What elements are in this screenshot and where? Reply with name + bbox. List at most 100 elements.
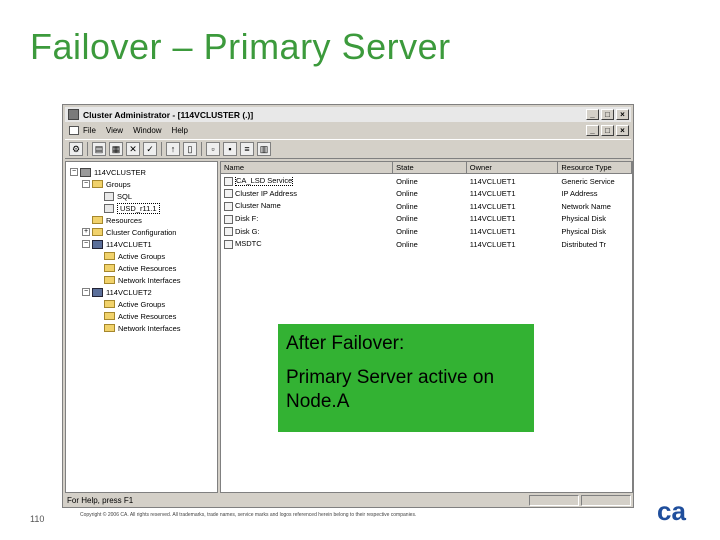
tree-item[interactable]: + Cluster Configuration [82,226,176,238]
cell-text: Network Name [561,201,611,211]
table-cell: IP Address [558,189,632,198]
list-icon[interactable]: ≡ [240,142,254,156]
collapse-icon[interactable]: − [82,288,90,296]
tree-item-label: Network Interfaces [118,323,181,333]
tree-item[interactable]: Network Interfaces [94,274,181,286]
tree-item-label: Active Resources [118,263,177,273]
minimize-button[interactable]: _ [586,109,599,120]
table-row[interactable]: Cluster IP Address Online 114VCLUET1 IP Add… [221,188,632,200]
maximize-button[interactable]: □ [601,109,614,120]
menu-file[interactable]: File [83,126,96,135]
table-cell: Online [393,177,467,186]
tree-item-label: Resources [106,215,142,225]
small-icons-icon[interactable]: ▪ [223,142,237,156]
table-row[interactable]: CA_LSD Service Online 114VCLUET1 Generic Se… [221,175,632,187]
tree-item[interactable]: − 114VCLUET2 [82,286,152,298]
list-header: Name State Owner Resource Type [221,162,632,174]
callout-line-1: After Failover: [286,333,405,354]
group-icon [104,191,114,201]
cell-text: 114VCLUET1 [469,176,516,186]
table-cell: 114VCLUET1 [467,227,559,236]
group-icon [104,203,114,213]
window-titlebar[interactable]: Cluster Administrator - [114VCLUSTER (.)… [65,107,631,122]
cell-text: Online [396,176,418,186]
page-icon[interactable]: ▯ [183,142,197,156]
child-close-button[interactable]: × [616,124,629,136]
tree-item[interactable]: Active Resources [94,262,176,274]
cell-text: Cluster IP Address [235,188,297,198]
column-header-name[interactable]: Name [221,162,394,174]
tree-icon[interactable]: ▦ [109,142,123,156]
copyright-notice: Copyright © 2006 CA. All rights reserved… [80,512,417,518]
table-cell: Physical Disk [558,227,632,236]
open-icon[interactable]: ↑ [166,142,180,156]
tree-item[interactable]: Active Resources [94,310,176,322]
tree-item[interactable]: − Groups [82,178,131,190]
column-header-state[interactable]: State [393,162,467,174]
tree-item[interactable]: Network Interfaces [94,322,181,334]
cell-text: Disk G: [235,226,260,236]
details-icon[interactable]: ▥ [257,142,271,156]
delete-icon[interactable]: ✕ [126,142,140,156]
folder-icon [92,228,103,236]
tree-pane[interactable]: −114VCLUSTER − Groups SQL USD_r11.1 Resources… [65,161,218,493]
child-minimize-button[interactable]: _ [586,124,599,136]
collapse-icon[interactable]: − [82,240,90,248]
menu-bar: File View Window Help _ □ × [65,123,631,137]
table-row[interactable]: Disk G: Online 114VCLUET1 Physical Disk [221,225,632,237]
table-cell: 114VCLUET1 [467,240,559,249]
collapse-icon[interactable]: − [82,180,90,188]
table-cell: 114VCLUET1 [467,214,559,223]
table-row[interactable]: MSDTC Online 114VCLUET1 Distributed Tr [221,238,632,250]
page-number: 110 [30,514,45,524]
cell-text: IP Address [561,189,598,199]
cell-text: Physical Disk [561,226,606,236]
tree-item-label: Active Groups [118,251,166,261]
cell-text: Cluster Name [235,201,281,211]
folder-icon [104,276,115,284]
table-cell: Online [393,227,467,236]
table-row[interactable]: Disk F: Online 114VCLUET1 Physical Disk [221,213,632,225]
tree-item[interactable]: USD_r11.1 [94,202,160,214]
tree-item[interactable]: − 114VCLUSTER [70,166,146,178]
tree-item[interactable]: SQL [94,190,132,202]
resource-icon [224,176,233,186]
tree-item-label: Active Groups [118,299,166,309]
cell-text: Physical Disk [561,214,606,224]
table-cell: Online [393,240,467,249]
table-cell: 114VCLUET1 [467,202,559,211]
document-icon[interactable] [69,125,79,135]
check-icon[interactable]: ✓ [143,142,157,156]
cluster-admin-app-icon [68,109,79,120]
tree-item[interactable]: − 114VCLUET1 [82,238,152,250]
table-cell: 114VCLUET1 [467,177,559,186]
menu-window[interactable]: Window [133,126,161,135]
menu-help[interactable]: Help [172,126,188,135]
column-header-owner[interactable]: Owner [466,162,559,174]
properties-icon[interactable]: ▤ [92,142,106,156]
folder-icon [104,264,115,272]
large-icons-icon[interactable]: ▫ [206,142,220,156]
collapse-icon[interactable]: − [70,168,78,176]
toolbar: ⚙ ▤ ▦ ✕ ✓ ↑ ▯ ▫ ▪ ≡ ▥ [65,139,631,159]
child-maximize-button[interactable]: □ [601,124,614,136]
menu-view[interactable]: View [106,126,123,135]
expand-icon[interactable]: + [82,228,90,236]
cluster-icon[interactable]: ⚙ [69,142,83,156]
resource-icon [224,239,233,249]
close-button[interactable]: × [616,109,629,120]
table-cell: Disk F: [221,214,393,224]
tree-item-label: 114VCLUET2 [106,287,152,297]
status-cell [581,495,631,506]
column-header-resource-type[interactable]: Resource Type [558,162,632,174]
node-icon [92,239,103,249]
table-row[interactable]: Cluster Name Online 114VCLUET1 Network Name [221,200,632,212]
table-cell: Cluster IP Address [221,189,393,199]
ca-logo-text: ca [657,498,686,524]
tree-item-label: Network Interfaces [118,275,181,285]
tree-item[interactable]: Active Groups [94,250,165,262]
table-cell: Generic Service [558,177,632,186]
tree-item[interactable]: Resources [82,214,142,226]
tree-item[interactable]: Active Groups [94,298,165,310]
tree-item-label: Cluster Configuration [106,227,177,237]
